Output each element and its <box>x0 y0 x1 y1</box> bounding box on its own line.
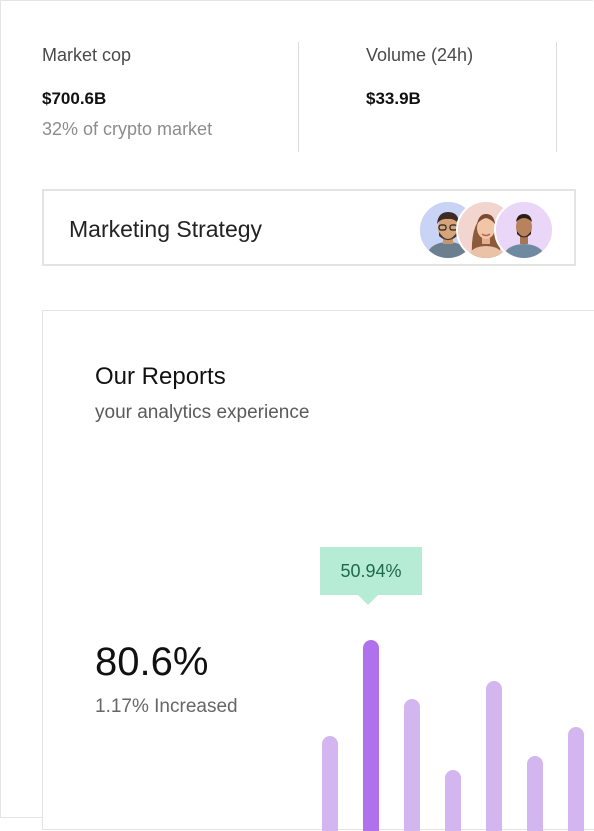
marketing-strategy-card[interactable]: Marketing Strategy <box>42 189 576 266</box>
card-title: Marketing Strategy <box>69 216 263 242</box>
bar-tooltip: 50.94% <box>320 547 422 595</box>
reports-card: Our Reports your analytics experience 80… <box>42 310 594 831</box>
chart-bar[interactable] <box>322 736 338 831</box>
chart-bar[interactable] <box>527 756 543 831</box>
stat-label: Volume (24h) <box>366 45 474 65</box>
chart-bar[interactable] <box>568 727 584 831</box>
stat-subtext: 32% of crypto market <box>42 119 213 139</box>
bar-chart <box>43 311 594 831</box>
avatar[interactable] <box>494 200 554 260</box>
avatar-man-beard-icon <box>496 202 552 258</box>
chart-bar[interactable] <box>363 640 379 831</box>
stat-value: $700.6B <box>42 89 107 108</box>
stat-volume: Volume (24h) $33.9B <box>366 42 557 152</box>
chart-bar[interactable] <box>486 681 502 831</box>
stat-market-cap: Market cop $700.6B 32% of crypto market <box>42 42 299 152</box>
chart-bar[interactable] <box>404 699 420 831</box>
chart-bar[interactable] <box>445 770 461 831</box>
stat-value: $33.9B <box>366 89 421 108</box>
tooltip-arrow <box>358 595 378 605</box>
stat-label: Market cop <box>42 45 132 65</box>
avatar-group[interactable] <box>418 200 554 260</box>
